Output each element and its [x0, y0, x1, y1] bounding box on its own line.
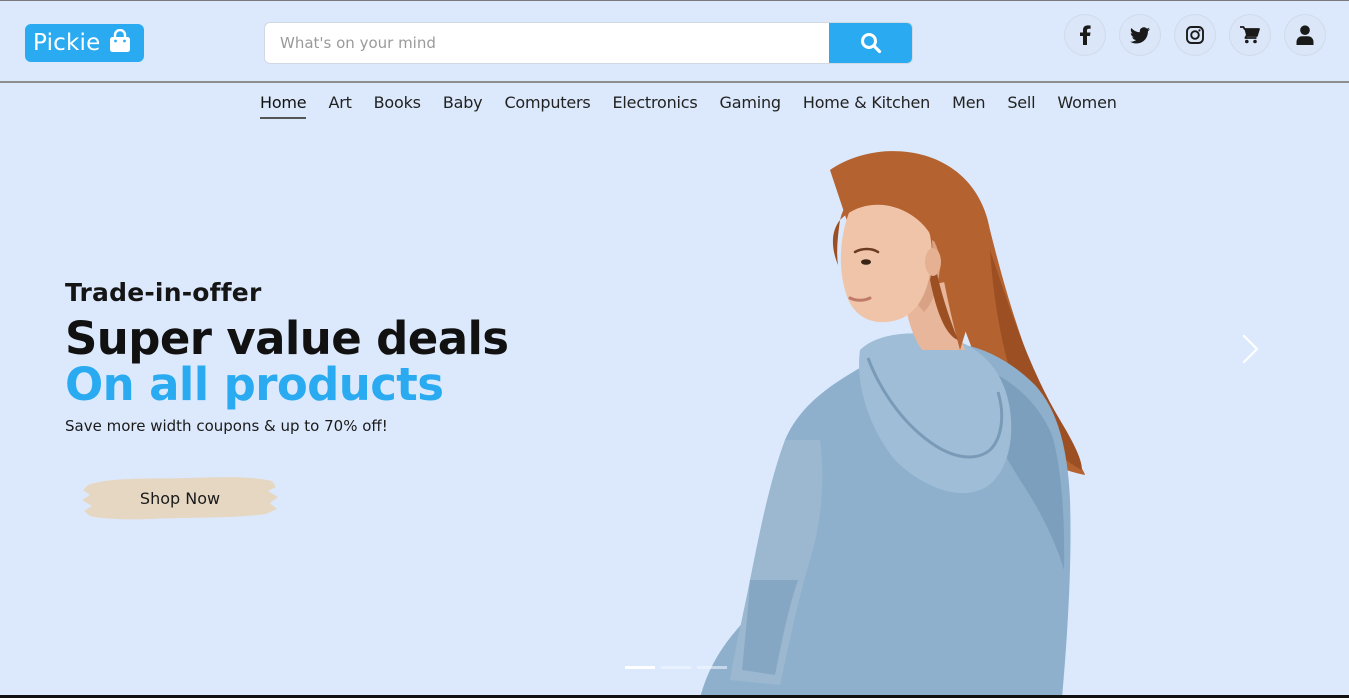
carousel-dot-1[interactable] [625, 666, 655, 669]
hero-subtitle: Trade-in-offer [65, 278, 262, 307]
nav-item-electronics[interactable]: Electronics [613, 93, 698, 119]
nav-item-women[interactable]: Women [1057, 93, 1116, 119]
shop-now-button[interactable]: Shop Now [80, 473, 280, 523]
hero-model-image [700, 151, 1085, 698]
nav-item-sell[interactable]: Sell [1007, 93, 1035, 119]
nav-item-men[interactable]: Men [952, 93, 985, 119]
site-header: Pickie [0, 1, 1349, 83]
facebook-icon[interactable] [1065, 15, 1105, 55]
search-input[interactable] [265, 23, 829, 63]
nav-item-home-kitchen[interactable]: Home & Kitchen [803, 93, 930, 119]
carousel-indicators [625, 666, 727, 669]
chevron-right-icon[interactable] [1236, 333, 1264, 365]
search-icon [860, 33, 881, 54]
carousel-dot-2[interactable] [661, 666, 691, 669]
logo[interactable]: Pickie [25, 24, 144, 62]
instagram-icon[interactable] [1175, 15, 1215, 55]
nav-item-gaming[interactable]: Gaming [720, 93, 782, 119]
hero-title-accent: On all products [65, 358, 444, 411]
shopping-bag-icon [109, 28, 131, 57]
nav-item-home[interactable]: Home [260, 93, 307, 119]
shop-now-label: Shop Now [139, 488, 221, 508]
header-icons [1065, 15, 1325, 55]
logo-text: Pickie [33, 30, 101, 56]
search-bar [264, 22, 913, 64]
nav-item-computers[interactable]: Computers [504, 93, 590, 119]
carousel-dot-3[interactable] [697, 666, 727, 669]
search-button[interactable] [829, 23, 912, 63]
category-nav: Home Art Books Baby Computers Electronic… [260, 93, 1117, 119]
twitter-icon[interactable] [1120, 15, 1160, 55]
cart-icon[interactable] [1230, 15, 1270, 55]
nav-item-baby[interactable]: Baby [443, 93, 483, 119]
hero-description: Save more width coupons & up to 70% off! [65, 417, 388, 435]
nav-item-art[interactable]: Art [328, 93, 351, 119]
user-icon[interactable] [1285, 15, 1325, 55]
nav-item-books[interactable]: Books [374, 93, 421, 119]
